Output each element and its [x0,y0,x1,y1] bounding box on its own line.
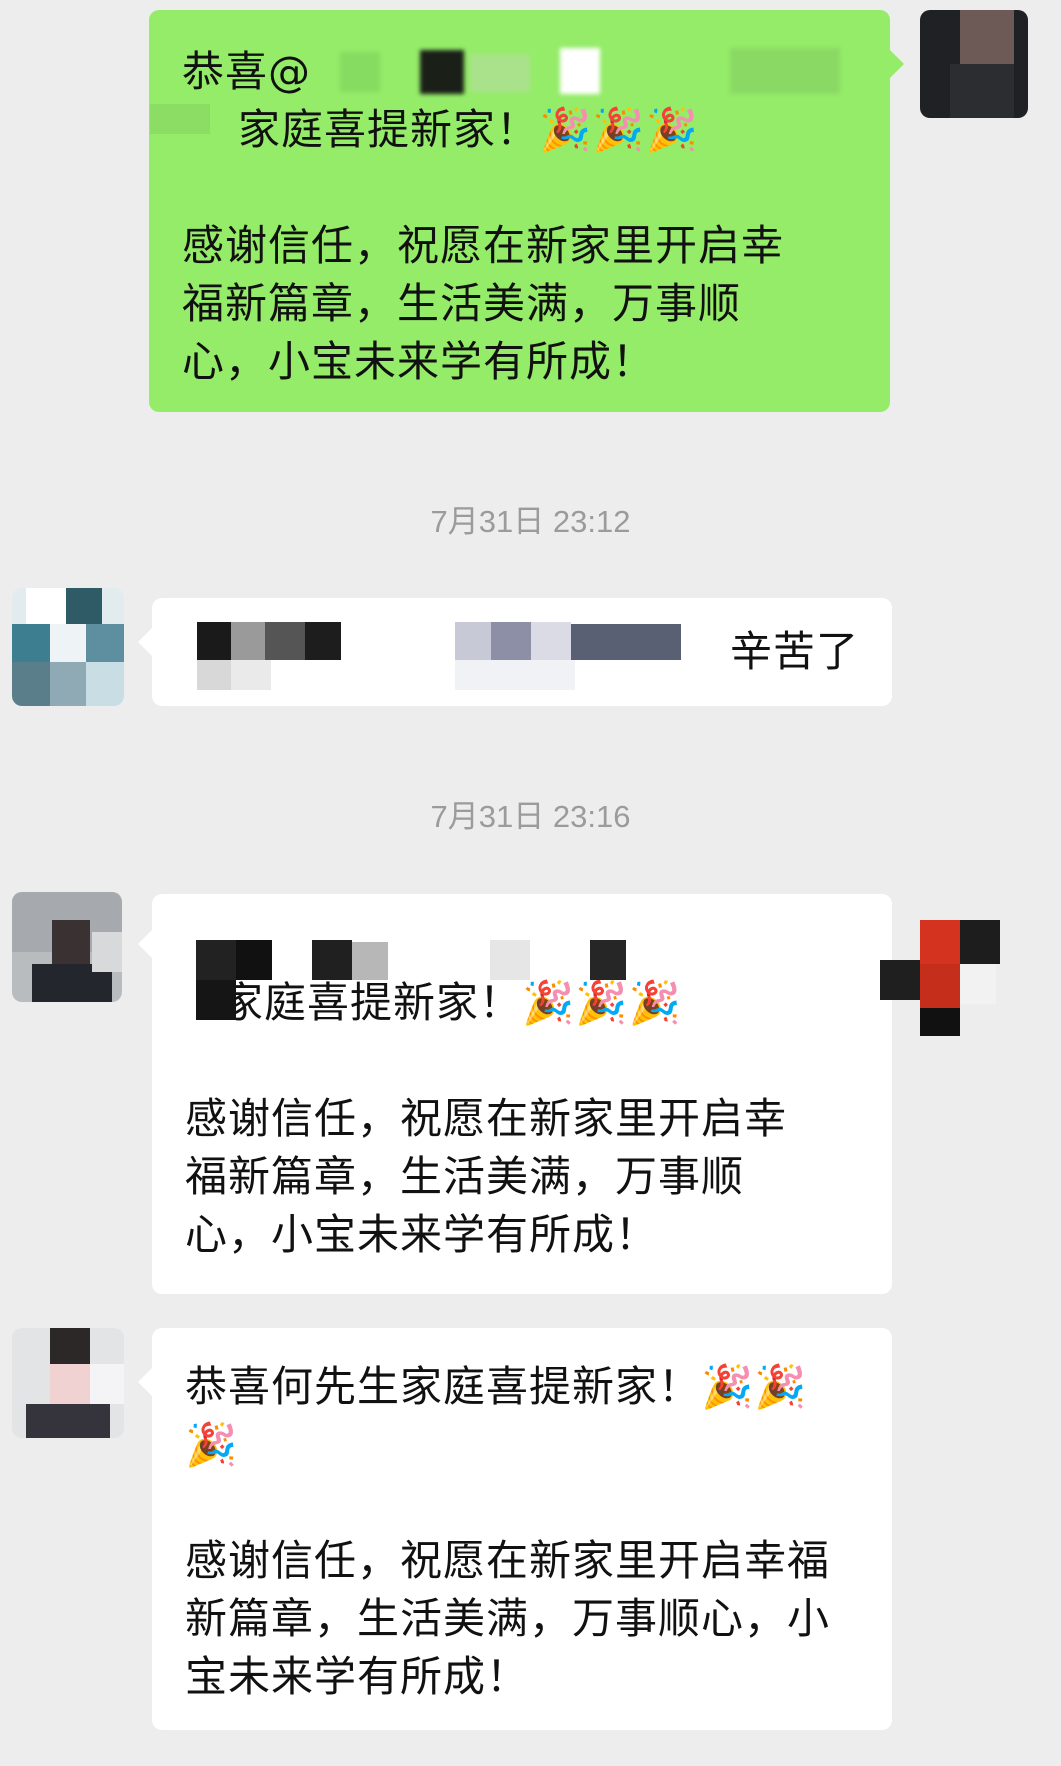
message-line: 福新篇章，生活美满，万事顺 [182,279,742,328]
message-line: 🎉 [185,1420,239,1469]
message-line: 福新篇章，生活美满，万事顺 [185,1152,745,1201]
avatar-contact-1[interactable] [12,588,124,706]
message-line: 心，小宝未来学有所成！ [185,1210,659,1259]
message-line: 感谢信任，祝愿在新家里开启幸 [182,221,785,270]
redaction-mosaic [330,42,850,102]
redaction-mosaic [150,98,220,138]
avatar-contact-2[interactable] [12,892,122,1002]
message-line: 心，小宝未来学有所成！ [182,337,656,386]
message-line: 宝未来学有所成！ [185,1652,530,1701]
bubble-tail [138,628,152,656]
bubble-tail [138,1368,152,1396]
message-text: 辛苦了 [729,627,859,676]
redaction-mosaic [160,900,1060,1050]
avatar-self[interactable] [920,10,1028,118]
redaction-mosaic [155,606,715,696]
message-line: 感谢信任，祝愿在新家里开启幸 [185,1094,788,1143]
bubble-tail [890,50,904,78]
message-line: 新篇章，生活美满，万事顺心，小 [185,1594,831,1643]
timestamp: 7月31日 23:12 [430,504,631,539]
bubble-tail [138,930,152,958]
message-line: 恭喜何先生家庭喜提新家！🎉🎉 [185,1362,808,1411]
message-bubble-contact[interactable]: 恭喜何先生家庭喜提新家！🎉🎉 🎉 感谢信任，祝愿在新家里开启幸福 新篇章，生活美… [152,1328,892,1730]
avatar-mosaic [960,10,1014,64]
message-line: 感谢信任，祝愿在新家里开启幸福 [185,1536,831,1585]
timestamp: 7月31日 23:16 [430,799,631,834]
message-line: 家庭喜提新家！🎉🎉🎉 [238,105,699,154]
avatar-contact-3[interactable] [12,1328,124,1438]
